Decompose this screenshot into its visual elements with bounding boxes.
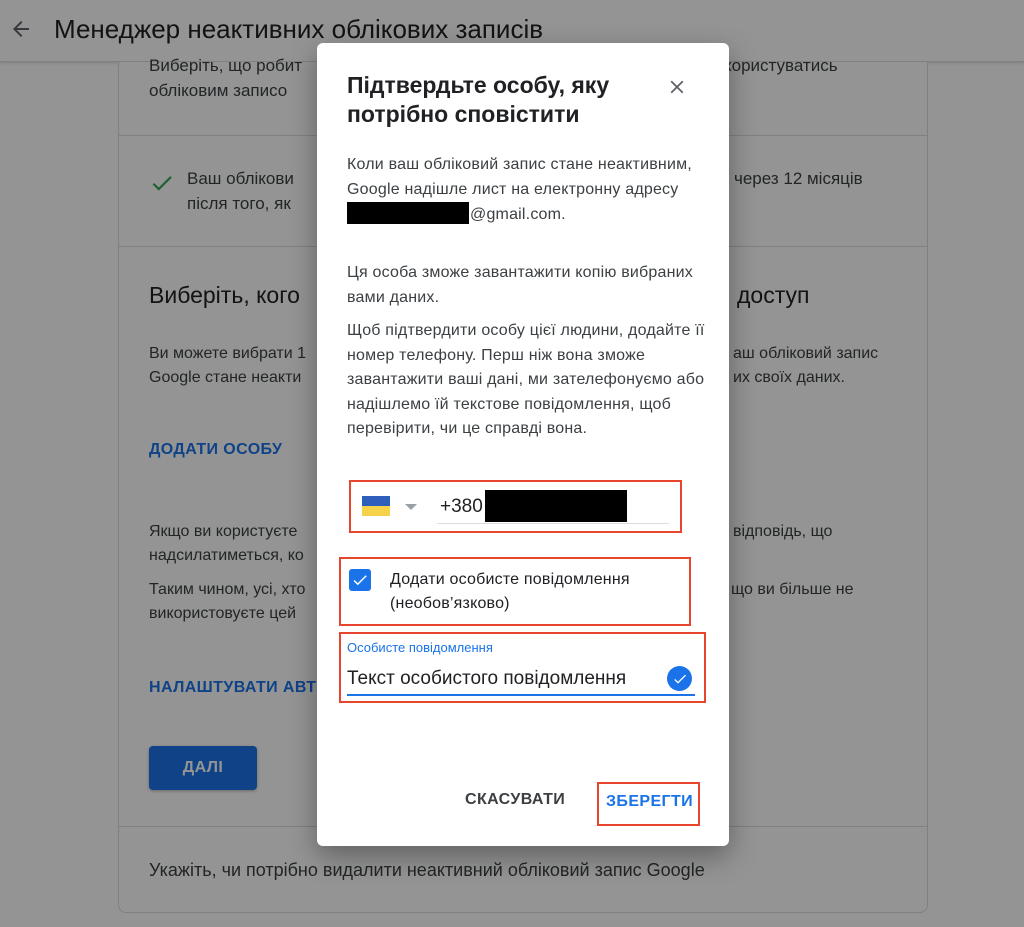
- personal-message-field-group: Особисте повідомлення Текст особистого п…: [339, 632, 706, 703]
- notification-text: Коли ваш обліковий запис стане неактивни…: [347, 156, 692, 198]
- cancel-button[interactable]: СКАСУВАТИ: [465, 791, 565, 809]
- check-icon: [353, 575, 367, 586]
- input-underline: [347, 694, 695, 696]
- close-button[interactable]: [663, 73, 691, 101]
- personal-message-checkbox-label[interactable]: Додати особисте повідомлення (необов’язк…: [390, 568, 680, 616]
- personal-message-checkbox[interactable]: [349, 569, 371, 591]
- notification-description: Коли ваш обліковий запис стане неактивни…: [347, 153, 707, 228]
- check-circle-icon: [667, 666, 692, 691]
- download-description: Ця особа зможе завантажити копію вибрани…: [347, 264, 693, 306]
- country-code: +380: [440, 496, 483, 517]
- ukraine-flag-icon[interactable]: [362, 496, 390, 516]
- personal-message-label: Особисте повідомлення: [347, 640, 493, 655]
- dialog-title: Підтвердьте особу, яку потрібно сповісти…: [347, 72, 610, 127]
- save-button-highlight: ЗБЕРЕГТИ: [597, 782, 700, 826]
- redacted-phone-number: [485, 490, 627, 522]
- phone-verification-description: Щоб підтвердити особу цієї людини, додай…: [347, 322, 705, 437]
- phone-input-group: +380: [349, 480, 682, 533]
- email-domain: @gmail.com.: [470, 206, 566, 223]
- close-icon: [670, 80, 684, 94]
- personal-message-checkbox-group: Додати особисте повідомлення (необов’язк…: [339, 557, 691, 626]
- save-button[interactable]: ЗБЕРЕГТИ: [606, 793, 693, 811]
- redacted-email: [347, 202, 469, 224]
- confirm-contact-dialog: Підтвердьте особу, яку потрібно сповісти…: [317, 43, 729, 846]
- chevron-down-icon[interactable]: [405, 504, 417, 510]
- personal-message-input[interactable]: Текст особистого повідомлення: [347, 667, 626, 691]
- phone-number-input[interactable]: +380: [437, 490, 669, 524]
